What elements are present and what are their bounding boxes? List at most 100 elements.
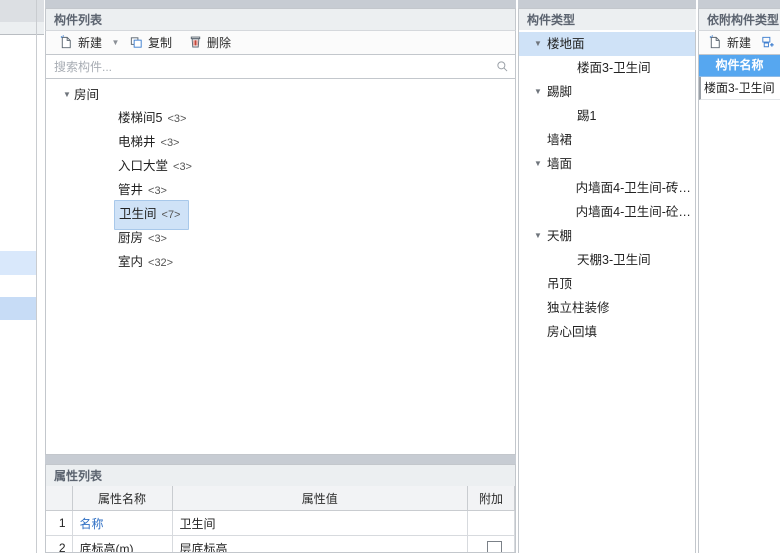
tree-item-count: <3>	[167, 113, 187, 125]
component-type-item[interactable]: 踢1	[519, 104, 695, 128]
left-edge-strip	[0, 0, 44, 553]
property-list-titlebar-cap	[45, 455, 516, 464]
component-type-item[interactable]: 独立柱装修	[519, 296, 695, 320]
chevron-down-icon[interactable]: ▼	[529, 152, 547, 176]
property-name-cell[interactable]: 底标高(m)	[72, 535, 173, 552]
attached-new-button[interactable]: 新建	[704, 31, 755, 54]
component-type-label: 踢脚	[547, 85, 573, 99]
component-type-item[interactable]: ▼ 天棚	[519, 224, 695, 248]
property-column-header: 属性名称	[72, 486, 173, 511]
left-panel-fragment-titlebar	[0, 0, 44, 22]
property-value-cell[interactable]: 层底标高	[172, 535, 468, 552]
new-document-icon	[708, 35, 723, 50]
attached-add-button[interactable]	[757, 31, 778, 54]
component-types-tree[interactable]: ▼ 楼地面 楼面3-卫生间 ▼ 踢脚 踢1 墙裙 ▼ 墙面 内墙面4-卫生间-砖墙 ... 内墙面4…	[518, 30, 696, 553]
property-row[interactable]: 2 底标高(m) 层底标高	[46, 535, 515, 552]
component-type-label: 吊顶	[547, 277, 573, 291]
component-type-label: 内墙面4-卫生间-砼墙 ...	[575, 205, 695, 219]
new-document-icon	[59, 35, 74, 50]
component-type-item[interactable]: ▼ 楼地面	[519, 32, 695, 56]
tree-item[interactable]: 楼梯间5 <3>	[46, 107, 515, 131]
tree-item[interactable]: 入口大堂 <3>	[46, 155, 515, 179]
chevron-down-icon[interactable]: ▼	[529, 80, 547, 104]
tree-item-content: 室内 <32>	[114, 249, 181, 277]
tree-item-count: <32>	[148, 257, 174, 269]
copy-component-label: 复制	[148, 36, 173, 50]
component-type-item[interactable]: 内墙面4-卫生间-砼墙 ...	[519, 200, 695, 224]
copy-component-button[interactable]: 复制	[122, 31, 179, 54]
search-icon[interactable]	[489, 60, 515, 73]
attached-types-toolbar: 新建	[698, 30, 780, 55]
trash-icon	[188, 35, 203, 50]
component-type-item[interactable]: 内墙面4-卫生间-砖墙 ...	[519, 176, 695, 200]
new-component-button[interactable]: 新建	[52, 31, 109, 54]
component-type-item[interactable]: 吊顶	[519, 272, 695, 296]
tree-item-count: <7>	[161, 209, 181, 221]
tree-item-content: 房间	[70, 82, 107, 109]
left-strip-divider	[36, 0, 37, 553]
delete-component-button[interactable]: 删除	[181, 31, 238, 54]
attached-types-titlebar-cap	[698, 0, 780, 8]
property-value-cell[interactable]: 卫生间	[172, 510, 468, 536]
copy-icon	[129, 35, 144, 50]
property-table: 属性名称属性值附加 1名称卫生间2底标高(m)层底标高3	[46, 486, 515, 552]
app-root: 构件列表 新建 ▼ 复制 删除 搜索构件... ▼ 房间 楼梯间5 <3> 电梯…	[0, 0, 780, 553]
component-type-label: 天棚3-卫生间	[577, 253, 651, 267]
component-type-item[interactable]: 房心回填	[519, 320, 695, 344]
property-attach-cell[interactable]	[467, 510, 515, 536]
search-input[interactable]	[46, 55, 489, 78]
property-row[interactable]: 1 名称 卫生间	[46, 510, 515, 536]
component-type-label: 楼面3-卫生间	[577, 61, 651, 75]
property-name-cell[interactable]: 名称	[72, 510, 173, 536]
tree-item[interactable]: 电梯井 <3>	[46, 131, 515, 155]
attach-checkbox[interactable]	[487, 540, 502, 552]
property-list-title: 属性列表	[45, 464, 516, 486]
tree-item-label: 厨房	[118, 231, 144, 245]
component-types-title: 构件类型	[518, 8, 696, 30]
property-attach-cell[interactable]	[467, 535, 515, 552]
component-list-title: 构件列表	[45, 8, 516, 30]
property-column-header: 附加	[467, 486, 515, 511]
chevron-down-icon[interactable]: ▼	[529, 224, 547, 248]
component-type-item[interactable]: 墙裙	[519, 128, 695, 152]
component-type-label: 房心回填	[547, 325, 598, 339]
attached-grid-header: 构件名称	[699, 55, 780, 77]
component-type-item[interactable]: 楼面3-卫生间	[519, 56, 695, 80]
tree-item-count: <3>	[160, 137, 180, 149]
component-type-item[interactable]: ▼ 墙面	[519, 152, 695, 176]
tree-item-label: 管井	[118, 183, 144, 197]
tree-item-count: <3>	[148, 233, 167, 245]
tree-item[interactable]: 卫生间 <7>	[46, 200, 515, 230]
property-table-header-row: 属性名称 属性值 附加	[46, 486, 515, 511]
chevron-down-icon[interactable]: ▼	[111, 32, 120, 53]
component-list-panel: 构件列表 新建 ▼ 复制 删除 搜索构件... ▼ 房间 楼梯间5 <3> 电梯…	[45, 0, 516, 455]
component-type-label: 踢1	[577, 109, 597, 123]
component-types-panel: 构件类型 ▼ 楼地面 楼面3-卫生间 ▼ 踢脚 踢1 墙裙 ▼ 墙面 内墙面4-卫生间-砖墙 ..…	[518, 0, 696, 553]
tree-item[interactable]: ▼ 房间	[46, 83, 515, 107]
add-component-icon	[760, 35, 775, 50]
property-column-header	[46, 486, 73, 511]
attached-types-grid[interactable]: 构件名称 楼面3-卫生间	[698, 55, 780, 553]
component-type-label: 墙面	[547, 157, 573, 171]
tree-item[interactable]: 室内 <32>	[46, 251, 515, 275]
tree-item-label: 电梯井	[118, 135, 156, 149]
tree-item[interactable]: 厨房 <3>	[46, 227, 515, 251]
attached-types-panel: 依附构件类型 新建 构件名称 楼面3-卫生间	[698, 0, 780, 553]
component-type-label: 天棚	[547, 229, 573, 243]
left-highlight-band-1	[0, 251, 36, 275]
property-row-index: 2	[46, 535, 73, 552]
tree-item-label: 房间	[74, 87, 100, 102]
tree-item-label: 入口大堂	[118, 159, 169, 173]
component-types-titlebar-cap	[518, 0, 696, 8]
component-type-item[interactable]: ▼ 踢脚	[519, 80, 695, 104]
property-row-index: 1	[46, 510, 73, 536]
component-search-bar[interactable]	[45, 55, 516, 79]
component-type-item[interactable]: 天棚3-卫生间	[519, 248, 695, 272]
component-tree[interactable]: ▼ 房间 楼梯间5 <3> 电梯井 <3> 入口大堂 <3> 管井 <3> 卫生间 <7> 厨房 <3> 室…	[45, 79, 516, 455]
tree-item-label: 卫生间	[119, 207, 157, 221]
attached-grid-row[interactable]: 楼面3-卫生间	[699, 77, 780, 100]
property-list-panel: 属性列表 属性名称属性值附加 1名称卫生间2底标高(m)层底标高3	[45, 455, 516, 553]
property-column-header: 属性值	[172, 486, 468, 511]
chevron-down-icon[interactable]: ▼	[529, 32, 547, 56]
component-type-label: 楼地面	[547, 37, 585, 51]
